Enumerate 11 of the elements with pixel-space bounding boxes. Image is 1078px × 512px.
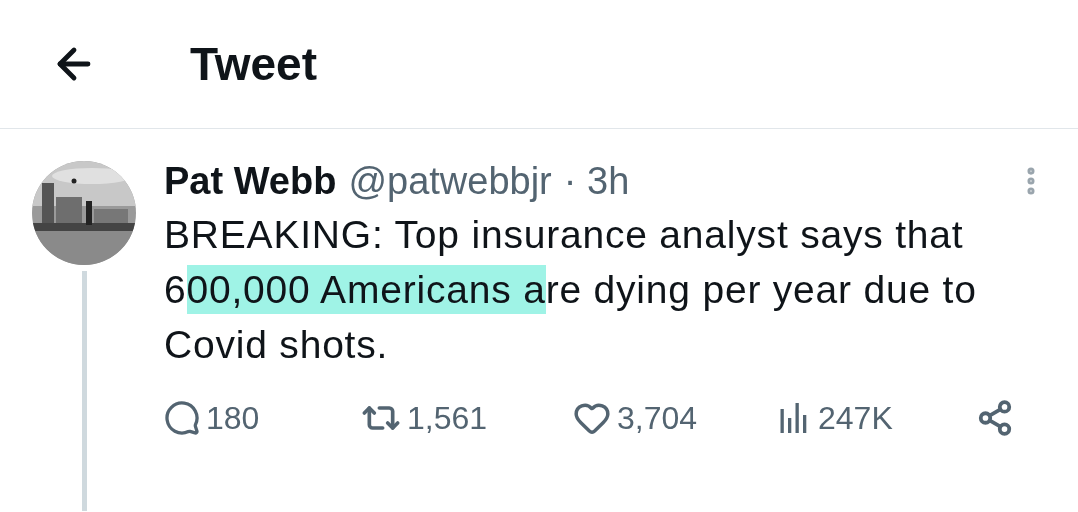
share-icon <box>976 399 1014 437</box>
views-button[interactable]: 247K <box>776 399 976 437</box>
like-button[interactable]: 3,704 <box>573 399 776 437</box>
speech-bubble-icon <box>164 400 200 436</box>
author-handle[interactable]: @patwebbjr <box>348 159 552 203</box>
author-name[interactable]: Pat Webb <box>164 159 337 203</box>
page-title: Tweet <box>190 37 317 91</box>
post-time: · 3h <box>563 159 630 203</box>
reply-button[interactable]: 180 <box>164 399 361 437</box>
tweet-text: BREAKING: Top insurance analyst says that 600,000 Americans are dying per year due to Covid shots. <box>164 212 978 368</box>
retweet-button[interactable]: 1,561 <box>361 398 573 438</box>
